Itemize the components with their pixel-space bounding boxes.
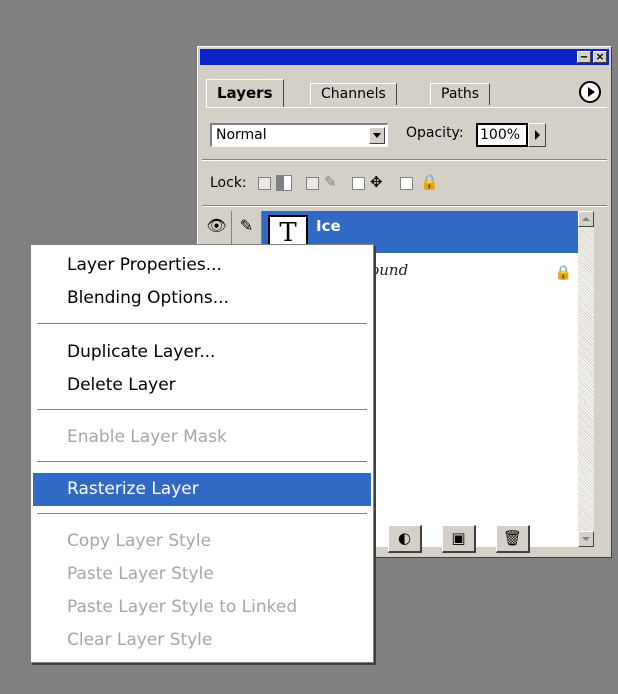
menu-item-rasterize-layer[interactable]: Rasterize Layer bbox=[33, 473, 371, 506]
tab-layers[interactable]: Layers bbox=[206, 79, 284, 107]
palette-titlebar[interactable]: ‒ × bbox=[200, 49, 609, 65]
menu-item-enable-layer-mask[interactable]: Enable Layer Mask bbox=[33, 421, 371, 454]
palette-menu-arrow-icon[interactable] bbox=[579, 81, 601, 103]
close-icon[interactable]: × bbox=[593, 51, 607, 63]
blend-mode-select[interactable]: Normal bbox=[210, 123, 388, 147]
layers-scrollbar[interactable] bbox=[578, 211, 594, 547]
minimize-icon[interactable]: ‒ bbox=[577, 51, 591, 63]
menu-item-copy-layer-style[interactable]: Copy Layer Style bbox=[33, 525, 371, 558]
lock-position-checkbox[interactable] bbox=[352, 177, 365, 190]
divider bbox=[202, 159, 607, 161]
brush-icon: ✎ bbox=[324, 173, 337, 191]
tab-divider bbox=[206, 107, 607, 110]
lock-row: Lock: ✎ ✥ 🔒 bbox=[210, 171, 603, 199]
menu-item-duplicate-layer[interactable]: Duplicate Layer... bbox=[33, 336, 371, 369]
divider bbox=[202, 205, 607, 207]
new-layer-icon[interactable]: ▣ bbox=[442, 525, 476, 553]
scroll-down-icon[interactable] bbox=[578, 531, 594, 547]
menu-separator bbox=[37, 513, 367, 514]
tab-channels[interactable]: Channels bbox=[310, 83, 397, 105]
palette-tabs: Layers Channels Paths bbox=[206, 79, 607, 107]
opacity-input[interactable]: 100% bbox=[476, 123, 528, 147]
lock-transparency-checkbox[interactable] bbox=[258, 177, 271, 190]
adjustment-layer-icon[interactable]: ◐ bbox=[388, 525, 422, 553]
scroll-up-icon[interactable] bbox=[578, 211, 594, 227]
move-icon: ✥ bbox=[370, 173, 383, 191]
menu-item-delete-layer[interactable]: Delete Layer bbox=[33, 369, 371, 402]
lock-icon: 🔒 bbox=[420, 173, 439, 191]
transparency-icon bbox=[276, 175, 292, 191]
menu-item-paste-layer-style[interactable]: Paste Layer Style bbox=[33, 558, 371, 591]
chevron-down-icon[interactable] bbox=[369, 127, 385, 144]
menu-item-paste-layer-style-to-linked[interactable]: Paste Layer Style to Linked bbox=[33, 591, 371, 624]
menu-separator bbox=[37, 409, 367, 410]
lock-image-checkbox[interactable] bbox=[306, 177, 319, 190]
blend-mode-value: Normal bbox=[216, 127, 267, 143]
menu-item-blending-options[interactable]: Blending Options... bbox=[33, 282, 371, 315]
menu-item-clear-layer-style[interactable]: Clear Layer Style bbox=[33, 624, 371, 657]
layer-context-menu: Layer Properties... Blending Options... … bbox=[30, 244, 374, 663]
trash-icon[interactable]: 🗑 bbox=[496, 525, 530, 553]
menu-separator bbox=[37, 461, 367, 462]
lock-label: Lock: bbox=[210, 175, 247, 191]
layer-name: Ice bbox=[316, 217, 341, 235]
tab-paths[interactable]: Paths bbox=[430, 83, 491, 105]
menu-separator bbox=[37, 323, 367, 324]
lock-all-checkbox[interactable] bbox=[400, 177, 413, 190]
blend-row: Normal Opacity: 100% bbox=[210, 123, 603, 149]
opacity-slider-arrow-icon[interactable] bbox=[528, 123, 546, 147]
lock-icon: 🔒 bbox=[554, 265, 572, 281]
opacity-label: Opacity: bbox=[406, 125, 464, 141]
menu-item-layer-properties[interactable]: Layer Properties... bbox=[33, 249, 371, 282]
